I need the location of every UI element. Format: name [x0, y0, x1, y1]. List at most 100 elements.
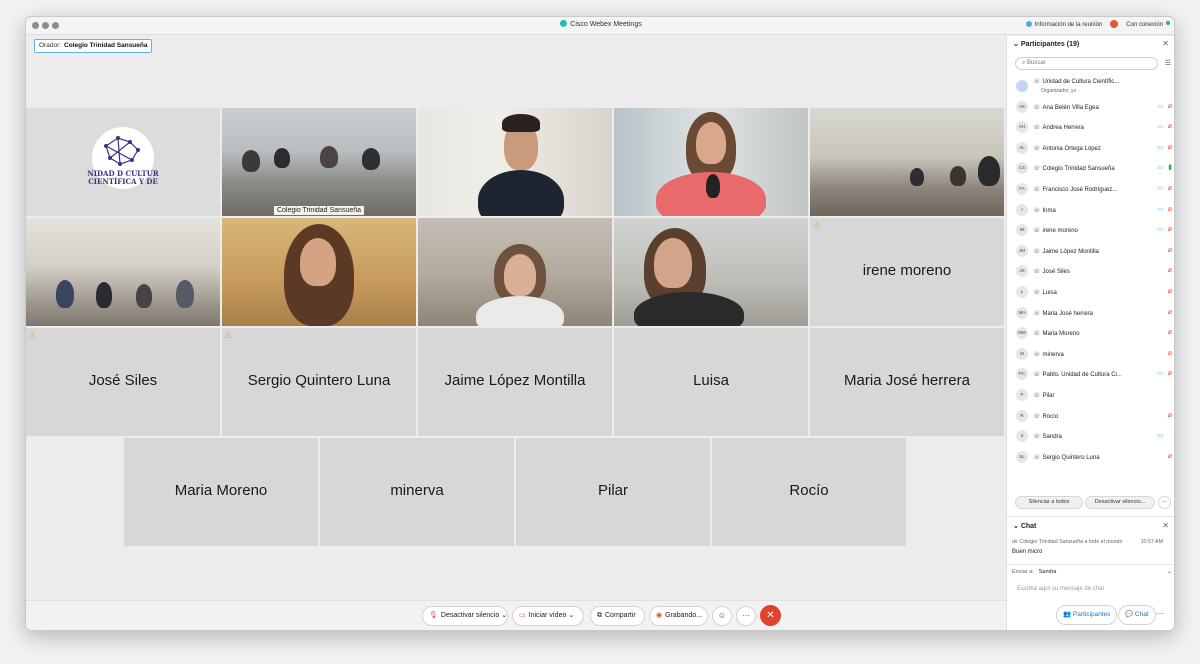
participant-row[interactable]: R ☏ Rocío ⌀	[1007, 406, 1174, 427]
mute-all-button[interactable]: Silenciar a todos	[1015, 496, 1083, 509]
name-tile-jose[interactable]: ⚠ José Siles	[26, 328, 220, 436]
name-tile-irene[interactable]: ⚠ irene moreno	[810, 218, 1004, 326]
participant-name: ☏ Maria José herrera	[1033, 310, 1093, 317]
close-chat-button[interactable]: ✕	[1162, 521, 1169, 530]
tile-name: irene moreno	[862, 262, 952, 279]
name-tile-minerva[interactable]: minerva	[320, 438, 514, 546]
participant-row[interactable]: CS ☏ Colegio Trinidad Sansueña ▭ ▮	[1007, 158, 1174, 179]
participant-row[interactable]: AE ☏ Ana Belén Villa Egea ▭ ⌀	[1007, 97, 1174, 118]
participant-name: ☏ Luisa	[1033, 289, 1057, 296]
participants-more-button[interactable]: ···	[1158, 496, 1171, 509]
participant-name: ☏ Francisco José Rodríguez...	[1033, 186, 1117, 193]
participant-row[interactable]: SL ☏ Sergio Quintero Luna ⌀	[1007, 447, 1174, 468]
mic-muted-icon[interactable]: ⌀	[1168, 308, 1172, 316]
phone-audio-icon: ☏	[1033, 331, 1041, 338]
chat-input[interactable]: Escriba aquí su mensaje de chat	[1017, 586, 1104, 592]
participant-row[interactable]: AL ☏ Antonia Ortega López ▭ ⌀	[1007, 138, 1174, 159]
participant-name: ☏ José Siles	[1033, 268, 1070, 275]
avatar: I	[1016, 203, 1028, 216]
participant-row[interactable]: S ☏ Sandra ▭	[1007, 426, 1174, 447]
mic-muted-icon[interactable]: ⌀	[1168, 266, 1172, 274]
video-tile-girl-red[interactable]	[614, 108, 808, 216]
avatar: CS	[1016, 162, 1028, 175]
participant-row[interactable]: AH ☏ Andrea Herrera ▭ ⌀	[1007, 117, 1174, 138]
panel-more-icon[interactable]: ···	[1156, 609, 1164, 618]
video-tile-organizer[interactable]: NIDAD D CULTUR CIENTÍFICA Y DE	[26, 108, 220, 216]
unmute-all-button[interactable]: Desactivar silencio...	[1085, 496, 1155, 509]
camera-icon: ▭	[1157, 227, 1163, 234]
participant-name-text: Antonia Ortega López	[1042, 145, 1101, 152]
participant-row[interactable]: I ☏ Inma ▭ ⌀	[1007, 200, 1174, 221]
participant-row[interactable]: P ☏ Pilar	[1007, 385, 1174, 406]
record-icon: ◉	[656, 612, 663, 619]
participant-row[interactable]: IM ☏ irene moreno ▭ ⌀	[1007, 220, 1174, 241]
avatar: M	[1016, 347, 1028, 360]
participant-row[interactable]: PC ☏ Pablo. Unidad de Cultura Ci... ▭ ⌀	[1007, 364, 1174, 385]
mic-muted-icon[interactable]: ⌀	[1168, 122, 1172, 130]
camera-icon: ▭	[1157, 103, 1163, 110]
video-tile-girl-3[interactable]	[614, 218, 808, 326]
leave-meeting-button[interactable]: ✕	[760, 605, 781, 626]
more-options-button[interactable]: ···	[736, 606, 756, 626]
participant-row[interactable]: ☏ Unidad de Cultura Científic... Organizad…	[1007, 76, 1174, 97]
chevron-down-icon[interactable]: ⌄	[1013, 523, 1019, 530]
chevron-down-icon: ⌄	[568, 612, 575, 619]
reactions-button[interactable]: ☺	[712, 606, 732, 626]
phone-audio-icon: ☏	[1033, 186, 1041, 193]
search-input[interactable]: ⌕ Buscar	[1015, 57, 1158, 70]
meeting-info-button[interactable]: Información de la reunión	[1025, 20, 1102, 28]
share-button[interactable]: ⧉ Compartir	[590, 606, 645, 626]
mic-on-icon[interactable]: ▮	[1168, 163, 1172, 171]
mic-muted-icon[interactable]: ⌀	[1168, 102, 1172, 110]
video-tile-man[interactable]	[418, 108, 612, 216]
chevron-down-icon[interactable]: ⌄	[1167, 568, 1172, 575]
participant-row[interactable]: JM ☏ Jaime López Montilla ⌀	[1007, 241, 1174, 262]
send-to-selector[interactable]: Enviar a: Sandra	[1012, 569, 1056, 575]
recording-button[interactable]: ◉ Grabando...	[649, 606, 708, 626]
start-video-button[interactable]: ▭ Iniciar vídeo ⌄	[512, 606, 584, 626]
mic-muted-icon[interactable]: ⌀	[1168, 452, 1172, 460]
tile-name: Maria José herrera	[844, 372, 970, 389]
unmute-button[interactable]: 🎙 Desactivar silencio ⌄	[422, 606, 508, 626]
participant-name: ☏ Maria Moreno	[1033, 330, 1080, 337]
mic-muted-icon[interactable]: ⌀	[1168, 287, 1172, 295]
mic-muted-icon[interactable]: ⌀	[1168, 205, 1172, 213]
mic-muted-icon[interactable]: ⌀	[1168, 225, 1172, 233]
name-tile-luisa[interactable]: Luisa	[614, 328, 808, 436]
mic-muted-icon[interactable]: ⌀	[1168, 328, 1172, 336]
video-tile-girl-1[interactable]	[222, 218, 416, 326]
close-participants-button[interactable]: ✕	[1162, 39, 1169, 48]
participants-toggle-button[interactable]: 👥 Participantes	[1056, 605, 1118, 625]
participant-row[interactable]: MH ☏ Maria José herrera ⌀	[1007, 303, 1174, 324]
mic-muted-icon[interactable]: ⌀	[1168, 184, 1172, 192]
video-tile-girl-2[interactable]	[418, 218, 612, 326]
mic-muted-icon[interactable]: ⌀	[1168, 349, 1172, 357]
mic-muted-icon[interactable]: ⌀	[1168, 369, 1172, 377]
participant-name: ☏ irene moreno	[1033, 227, 1078, 234]
video-tile-classroom-2[interactable]	[810, 108, 1004, 216]
participant-row[interactable]: M ☏ minerva ⌀	[1007, 344, 1174, 365]
avatar: AE	[1016, 100, 1028, 113]
mic-muted-icon[interactable]: ⌀	[1168, 411, 1172, 419]
name-tile-sergio[interactable]: ⚠ Sergio Quintero Luna	[222, 328, 416, 436]
participant-row[interactable]: FA ☏ Francisco José Rodríguez... ▭ ⌀	[1007, 179, 1174, 200]
chat-toggle-button[interactable]: 💬 Chat	[1118, 605, 1156, 625]
name-tile-maria-jose[interactable]: Maria José herrera	[810, 328, 1004, 436]
mic-muted-icon[interactable]: ⌀	[1168, 143, 1172, 151]
sort-icon[interactable]: ☰	[1165, 59, 1171, 67]
video-tile-classroom-1[interactable]: Colegio Trinidad Sansueña	[222, 108, 416, 216]
participant-row[interactable]: L ☏ Luisa ⌀	[1007, 282, 1174, 303]
chevron-down-icon[interactable]: ⌄	[1013, 41, 1019, 48]
name-tile-pilar[interactable]: Pilar	[516, 438, 710, 546]
participant-row[interactable]: MM ☏ Maria Moreno ⌀	[1007, 323, 1174, 344]
camera-icon: ▭	[1157, 206, 1163, 213]
participant-row[interactable]: JS ☏ José Siles ⌀	[1007, 261, 1174, 282]
name-tile-maria-moreno[interactable]: Maria Moreno	[124, 438, 318, 546]
name-tile-jaime[interactable]: Jaime López Montilla	[418, 328, 612, 436]
chevron-down-icon: ⌄	[501, 612, 508, 619]
name-tile-rocio[interactable]: Rocío	[712, 438, 906, 546]
video-tile-classroom-3[interactable]	[26, 218, 220, 326]
avatar	[1016, 80, 1028, 92]
phone-audio-icon: ☏	[1033, 166, 1041, 173]
mic-muted-icon[interactable]: ⌀	[1168, 246, 1172, 254]
